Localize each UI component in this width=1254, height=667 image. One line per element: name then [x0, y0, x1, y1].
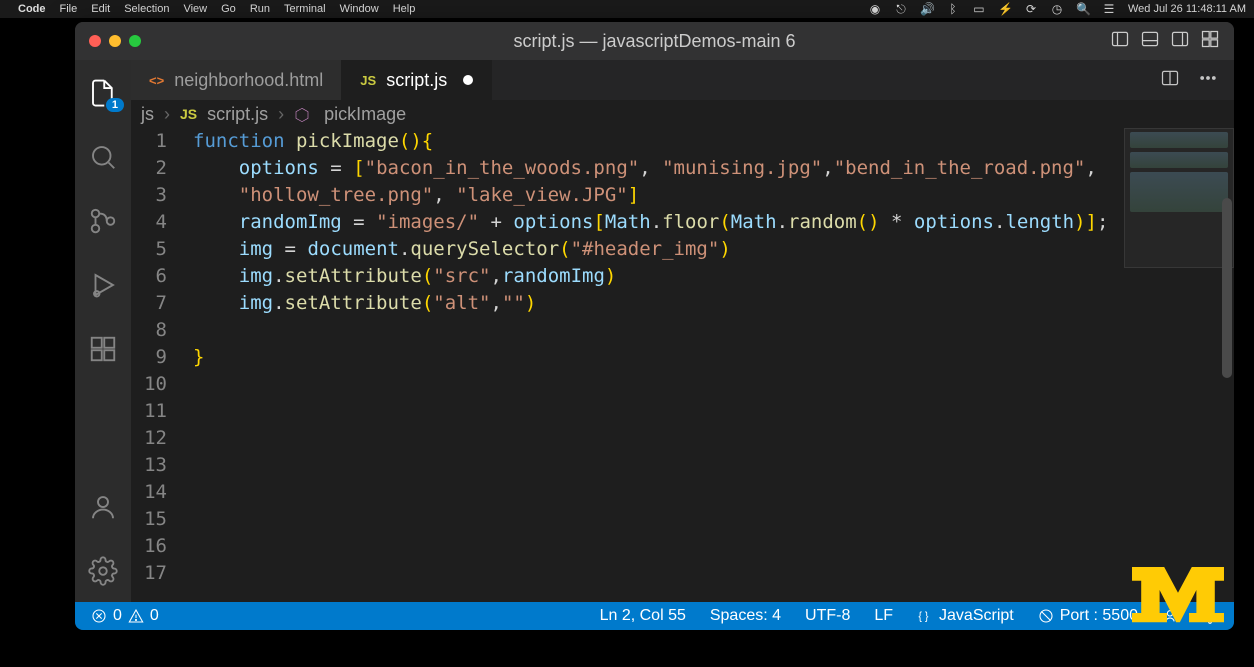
status-errors[interactable]: 0 0 [79, 607, 171, 625]
clock-icon[interactable]: ◷ [1050, 2, 1064, 16]
menu-view[interactable]: View [183, 3, 207, 15]
html-lang-icon: <> [149, 73, 164, 88]
tab-label: script.js [386, 70, 447, 91]
chevron-right-icon: › [164, 104, 170, 125]
activity-bar: 1 [75, 60, 131, 602]
menu-run[interactable]: Run [250, 3, 270, 15]
search-icon[interactable]: 🔍 [1076, 2, 1090, 16]
settings-gear-icon[interactable] [88, 556, 118, 586]
menu-selection[interactable]: Selection [124, 3, 169, 15]
menubar-clock[interactable]: Wed Jul 26 11:48:11 AM [1128, 3, 1246, 15]
svg-text:{ }: { } [918, 610, 929, 622]
breadcrumb-folder[interactable]: js [141, 104, 154, 125]
layout-panel-icon[interactable] [1140, 29, 1160, 54]
menu-terminal[interactable]: Terminal [284, 3, 326, 15]
scrollbar-thumb[interactable] [1222, 198, 1232, 378]
menu-window[interactable]: Window [340, 3, 379, 15]
window-minimize-button[interactable] [109, 35, 121, 47]
status-encoding[interactable]: UTF-8 [793, 607, 862, 625]
accounts-icon[interactable] [88, 492, 118, 522]
run-debug-icon[interactable] [88, 270, 118, 300]
tab-neighborhood-html[interactable]: <> neighborhood.html [131, 60, 342, 100]
js-lang-icon: JS [180, 106, 197, 122]
bluetooth-icon[interactable]: ᛒ [946, 2, 960, 16]
symbol-method-icon [294, 104, 314, 125]
status-indentation[interactable]: Spaces: 4 [698, 607, 793, 625]
window-close-button[interactable] [89, 35, 101, 47]
vscode-window: script.js — javascriptDemos-main 6 1 [75, 22, 1234, 630]
split-editor-icon[interactable] [1160, 68, 1180, 93]
titlebar: script.js — javascriptDemos-main 6 [75, 22, 1234, 60]
extensions-icon[interactable] [88, 334, 118, 364]
tab-label: neighborhood.html [174, 70, 323, 91]
code-editor[interactable]: 1 2 3 4 5 6 7 8 9 10 11 12 13 14 15 16 1… [131, 128, 1234, 602]
menu-edit[interactable]: Edit [91, 3, 110, 15]
status-cursor-position[interactable]: Ln 2, Col 55 [588, 607, 698, 625]
status-bar: 0 0 Ln 2, Col 55 Spaces: 4 UTF-8 LF { } … [75, 602, 1234, 630]
breadcrumb[interactable]: js › JS script.js › pickImage [131, 100, 1234, 128]
explorer-badge: 1 [106, 98, 124, 112]
minimap[interactable] [1124, 128, 1234, 602]
window-maximize-button[interactable] [129, 35, 141, 47]
volume-icon[interactable]: 🔊 [920, 2, 934, 16]
status-icon[interactable]: ◉ [868, 2, 882, 16]
window-title: script.js — javascriptDemos-main 6 [75, 31, 1234, 52]
chevron-right-icon: › [278, 104, 284, 125]
menu-go[interactable]: Go [221, 3, 236, 15]
wifi-icon[interactable]: ⚡ [998, 2, 1012, 16]
js-lang-icon: JS [360, 73, 376, 88]
code-content[interactable]: function pickImage(){ options = ["bacon_… [185, 128, 1124, 602]
status-eol[interactable]: LF [862, 607, 905, 625]
source-control-icon[interactable] [88, 206, 118, 236]
layout-customize-icon[interactable] [1200, 29, 1220, 54]
breadcrumb-symbol[interactable]: pickImage [324, 104, 406, 125]
layout-sidebar-left-icon[interactable] [1110, 29, 1130, 54]
status-icon[interactable]: ⎋ [894, 2, 908, 17]
battery-icon[interactable]: ▭ [972, 2, 986, 16]
status-language[interactable]: { } JavaScript [905, 607, 1026, 625]
layout-sidebar-right-icon[interactable] [1170, 29, 1190, 54]
breadcrumb-file[interactable]: script.js [207, 104, 268, 125]
unsaved-indicator-icon [463, 75, 473, 85]
more-actions-icon[interactable] [1198, 68, 1218, 93]
michigan-logo-icon [1132, 567, 1224, 629]
menu-file[interactable]: File [60, 3, 78, 15]
macos-menubar: Code File Edit Selection View Go Run Ter… [0, 0, 1254, 18]
explorer-icon[interactable]: 1 [88, 78, 118, 108]
line-gutter: 1 2 3 4 5 6 7 8 9 10 11 12 13 14 15 16 1… [131, 128, 185, 602]
menu-app[interactable]: Code [18, 3, 46, 15]
sync-icon[interactable]: ⟳ [1024, 2, 1038, 16]
search-icon[interactable] [88, 142, 118, 172]
menu-help[interactable]: Help [393, 3, 416, 15]
control-center-icon[interactable]: ☰ [1102, 2, 1116, 16]
tab-bar: <> neighborhood.html JS script.js [131, 60, 1234, 100]
tab-script-js[interactable]: JS script.js [342, 60, 492, 100]
